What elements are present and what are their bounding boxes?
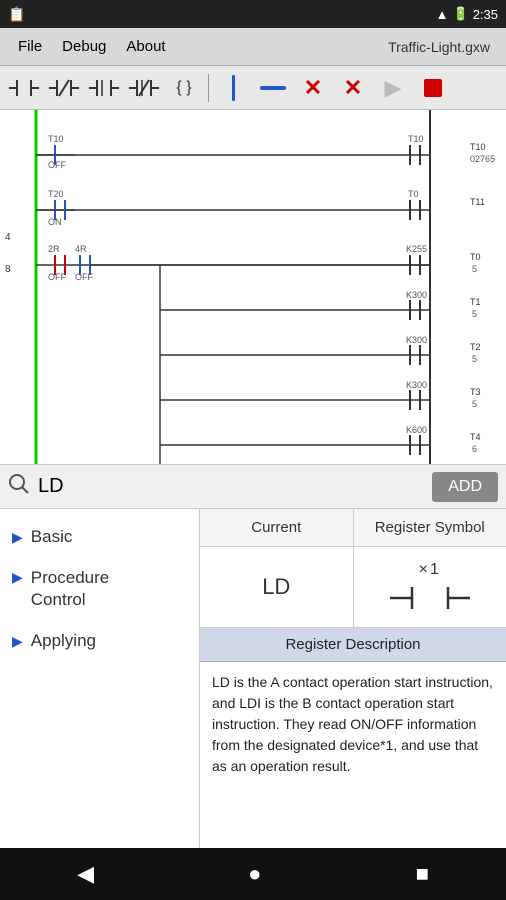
current-header: Current (200, 509, 354, 546)
register-row: LD ×1 (200, 547, 506, 628)
horizontal-line-button[interactable] (255, 72, 291, 104)
svg-text:6: 6 (472, 444, 477, 454)
svg-text:OFF: OFF (48, 272, 66, 282)
svg-text:T0: T0 (470, 252, 481, 262)
svg-text:K300: K300 (406, 380, 427, 390)
sidebar-item-procedure-control[interactable]: ▶ ProcedureControl (0, 557, 199, 621)
symbol-cell: ×1 (354, 547, 506, 627)
back-button[interactable]: ◀ (77, 861, 94, 887)
sidebar-item-applying-label: Applying (31, 631, 96, 651)
x1-label: ×1 (419, 561, 441, 579)
contact-a-button[interactable] (6, 72, 42, 104)
sidebar-item-basic[interactable]: ▶ Basic (0, 517, 199, 557)
svg-text:2R: 2R (48, 244, 60, 254)
stop-button[interactable] (415, 72, 451, 104)
status-right: ▲ 🔋 2:35 (436, 6, 498, 22)
svg-text:T20: T20 (48, 189, 64, 199)
chevron-right-icon: ▶ (12, 529, 23, 546)
search-input[interactable] (38, 471, 424, 503)
svg-text:T11: T11 (470, 197, 485, 207)
sidebar-item-basic-label: Basic (31, 527, 73, 547)
clear-x-button[interactable]: ✕ (335, 72, 371, 104)
function-block-button[interactable]: { } (166, 72, 202, 104)
svg-text:OFF: OFF (75, 272, 93, 282)
svg-text:4: 4 (5, 232, 11, 243)
coil-b-button[interactable] (126, 72, 162, 104)
delete-x-button[interactable]: ✕ (295, 72, 331, 104)
bottom-panel: ▶ Basic ▶ ProcedureControl ▶ Applying Cu… (0, 509, 506, 899)
search-bar: ADD (0, 465, 506, 509)
sidebar: ▶ Basic ▶ ProcedureControl ▶ Applying (0, 509, 200, 899)
signal-icon: 🔋 (453, 6, 469, 22)
time-display: 2:35 (473, 7, 498, 22)
description-body: LD is the A contact operation start inst… (200, 662, 506, 787)
symbol-area: ×1 (390, 561, 470, 613)
ladder-svg: T10 OFF T10 T10 02765 T20 ON T0 T11 2R O… (0, 110, 506, 465)
ladder-diagram: T10 OFF T10 T10 02765 T20 ON T0 T11 2R O… (0, 110, 506, 465)
menu-bar: File Debug About Traffic-Light.gxw (0, 28, 506, 66)
chevron-right-icon-2: ▶ (12, 569, 23, 586)
svg-text:5: 5 (472, 264, 477, 274)
play-button[interactable]: ▶ (375, 72, 411, 104)
contact-symbol-svg (390, 583, 470, 613)
status-bar: 📋 ▲ 🔋 2:35 (0, 0, 506, 28)
svg-text:K600: K600 (406, 425, 427, 435)
coil-a-button[interactable] (86, 72, 122, 104)
menu-debug[interactable]: Debug (52, 34, 116, 59)
svg-text:T0: T0 (408, 189, 419, 199)
menu-about[interactable]: About (116, 34, 175, 59)
svg-text:T10: T10 (470, 142, 486, 152)
status-left: 📋 (8, 6, 25, 23)
contact-b-button[interactable] (46, 72, 82, 104)
svg-text:K300: K300 (406, 335, 427, 345)
svg-text:5: 5 (472, 309, 477, 319)
svg-text:8: 8 (5, 264, 11, 275)
svg-text:4R: 4R (75, 244, 87, 254)
ld-value: LD (262, 574, 290, 600)
svg-text:02765: 02765 (470, 154, 495, 164)
wifi-icon: ▲ (436, 7, 449, 22)
toolbar: { } ✕ ✕ ▶ (0, 66, 506, 110)
current-value-cell: LD (200, 547, 354, 627)
svg-text:T2: T2 (470, 342, 481, 352)
svg-text:T10: T10 (48, 134, 64, 144)
nav-bar: ◀ ● ■ (0, 848, 506, 900)
sidebar-item-applying[interactable]: ▶ Applying (0, 621, 199, 661)
svg-text:T4: T4 (470, 432, 481, 442)
svg-text:T3: T3 (470, 387, 481, 397)
chevron-right-icon-3: ▶ (12, 633, 23, 650)
cursor-button[interactable] (215, 72, 251, 104)
register-symbol-header: Register Symbol (354, 509, 506, 546)
menu-file[interactable]: File (8, 34, 52, 59)
svg-text:T10: T10 (408, 134, 424, 144)
description-header: Register Description (200, 628, 506, 662)
home-button[interactable]: ● (248, 861, 261, 887)
file-title: Traffic-Light.gxw (388, 39, 498, 55)
svg-text:K255: K255 (406, 244, 427, 254)
search-icon (8, 473, 30, 500)
add-button[interactable]: ADD (432, 472, 498, 502)
toolbar-divider-1 (208, 74, 209, 102)
svg-text:OFF: OFF (48, 160, 66, 170)
svg-text:5: 5 (472, 399, 477, 409)
svg-text:ON: ON (48, 217, 62, 227)
register-header: Current Register Symbol (200, 509, 506, 547)
sidebar-item-procedure-label: ProcedureControl (31, 567, 109, 611)
svg-text:5: 5 (472, 354, 477, 364)
register-panel: Current Register Symbol LD ×1 (200, 509, 506, 899)
sim-icon: 📋 (8, 6, 25, 23)
recent-button[interactable]: ■ (416, 861, 429, 887)
svg-text:T1: T1 (470, 297, 481, 307)
svg-text:K300: K300 (406, 290, 427, 300)
